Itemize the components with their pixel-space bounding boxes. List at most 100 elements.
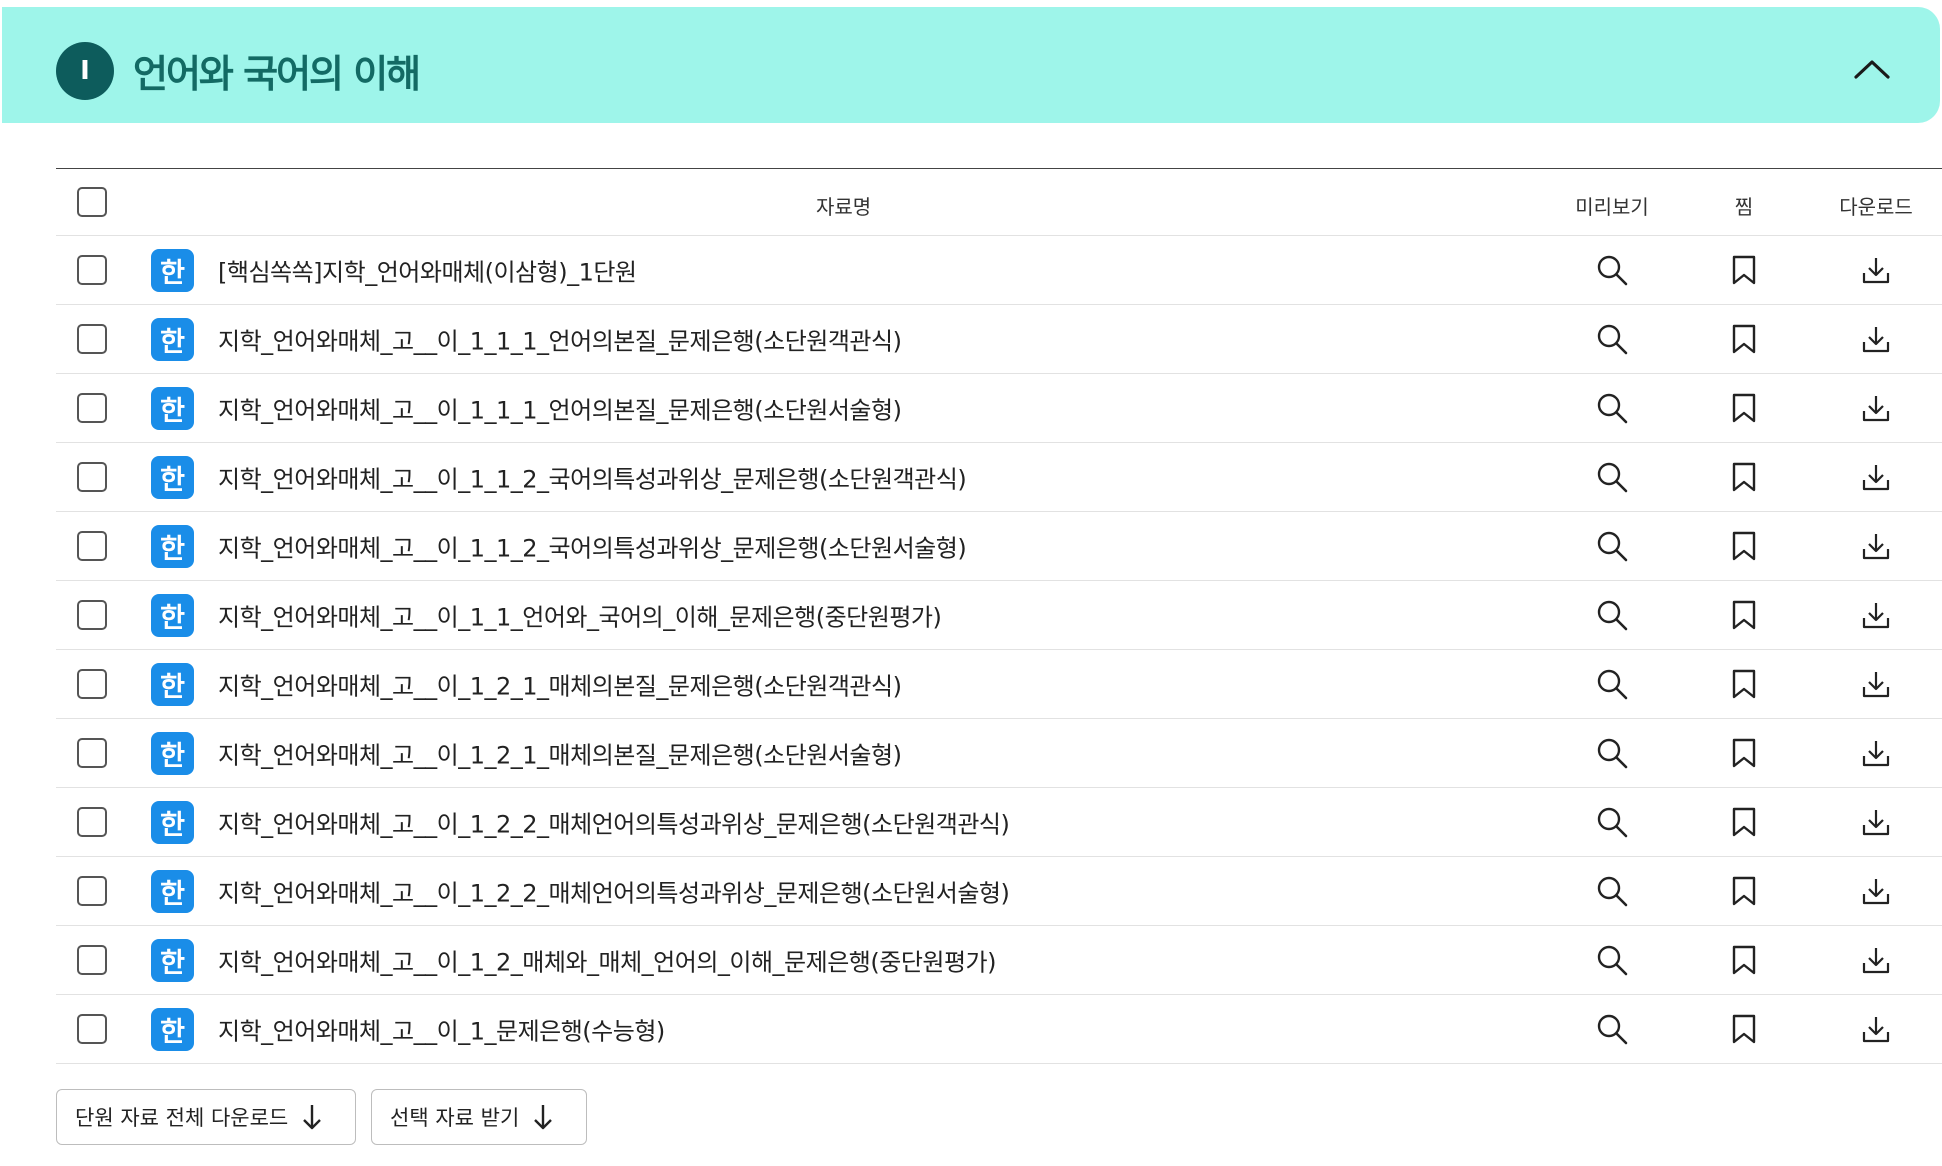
download-button[interactable] bbox=[1858, 666, 1894, 702]
download-button[interactable] bbox=[1858, 528, 1894, 564]
download-icon bbox=[1861, 807, 1891, 837]
bookmark-icon bbox=[1731, 393, 1757, 423]
preview-button[interactable] bbox=[1594, 942, 1630, 978]
preview-button[interactable] bbox=[1594, 735, 1630, 771]
bookmark-button[interactable] bbox=[1726, 1011, 1762, 1047]
row-checkbox[interactable] bbox=[77, 393, 107, 423]
file-name[interactable]: 지학_언어와매체_고__이_1_2_1_매체의본질_문제은행(소단원서술형) bbox=[218, 736, 902, 771]
hwp-file-icon: 한 bbox=[151, 732, 194, 775]
table-header: 자료명 미리보기 찜 다운로드 bbox=[56, 169, 1942, 236]
download-selected-button[interactable]: 선택 자료 받기 bbox=[371, 1089, 587, 1145]
bookmark-button[interactable] bbox=[1726, 321, 1762, 357]
download-button[interactable] bbox=[1858, 252, 1894, 288]
bookmark-button[interactable] bbox=[1726, 528, 1762, 564]
download-button[interactable] bbox=[1858, 459, 1894, 495]
hwp-file-icon: 한 bbox=[151, 387, 194, 430]
table-row: 한 지학_언어와매체_고__이_1_1_언어와_국어의_이해_문제은행(중단원평가… bbox=[56, 581, 1942, 650]
file-name[interactable]: 지학_언어와매체_고__이_1_1_1_언어의본질_문제은행(소단원객관식) bbox=[218, 322, 902, 357]
row-checkbox[interactable] bbox=[77, 600, 107, 630]
hwp-file-icon: 한 bbox=[151, 663, 194, 706]
bookmark-button[interactable] bbox=[1726, 252, 1762, 288]
row-checkbox[interactable] bbox=[77, 324, 107, 354]
hwp-file-icon: 한 bbox=[151, 525, 194, 568]
download-all-label: 단원 자료 전체 다운로드 bbox=[75, 1106, 289, 1130]
bookmark-icon bbox=[1731, 600, 1757, 630]
bookmark-button[interactable] bbox=[1726, 390, 1762, 426]
search-icon bbox=[1595, 874, 1629, 908]
file-name[interactable]: 지학_언어와매체_고__이_1_1_2_국어의특성과위상_문제은행(소단원서술형… bbox=[218, 529, 967, 564]
table-row: 한 지학_언어와매체_고__이_1_1_2_국어의특성과위상_문제은행(소단원서술… bbox=[56, 512, 1942, 581]
file-name[interactable]: 지학_언어와매체_고__이_1_1_언어와_국어의_이해_문제은행(중단원평가) bbox=[218, 598, 942, 633]
preview-button[interactable] bbox=[1594, 597, 1630, 633]
row-checkbox[interactable] bbox=[77, 1014, 107, 1044]
preview-button[interactable] bbox=[1594, 528, 1630, 564]
bookmark-icon bbox=[1731, 531, 1757, 561]
row-checkbox[interactable] bbox=[77, 669, 107, 699]
download-button[interactable] bbox=[1858, 804, 1894, 840]
preview-button[interactable] bbox=[1594, 390, 1630, 426]
file-name[interactable]: 지학_언어와매체_고__이_1_1_2_국어의특성과위상_문제은행(소단원객관식… bbox=[218, 460, 967, 495]
row-checkbox[interactable] bbox=[77, 255, 107, 285]
table-row: 한 지학_언어와매체_고__이_1_1_1_언어의본질_문제은행(소단원객관식) bbox=[56, 305, 1942, 374]
row-checkbox[interactable] bbox=[77, 807, 107, 837]
preview-button[interactable] bbox=[1594, 873, 1630, 909]
download-button[interactable] bbox=[1858, 390, 1894, 426]
file-name[interactable]: 지학_언어와매체_고__이_1_2_1_매체의본질_문제은행(소단원객관식) bbox=[218, 667, 902, 702]
row-checkbox[interactable] bbox=[77, 876, 107, 906]
download-button[interactable] bbox=[1858, 873, 1894, 909]
file-name[interactable]: 지학_언어와매체_고__이_1_문제은행(수능형) bbox=[218, 1012, 665, 1047]
bookmark-button[interactable] bbox=[1726, 942, 1762, 978]
bookmark-button[interactable] bbox=[1726, 459, 1762, 495]
table-row: 한 지학_언어와매체_고__이_1_문제은행(수능형) bbox=[56, 995, 1942, 1064]
hwp-file-icon: 한 bbox=[151, 318, 194, 361]
download-icon bbox=[1861, 531, 1891, 561]
hwp-file-icon: 한 bbox=[151, 939, 194, 982]
preview-button[interactable] bbox=[1594, 804, 1630, 840]
preview-button[interactable] bbox=[1594, 666, 1630, 702]
bookmark-button[interactable] bbox=[1726, 804, 1762, 840]
row-checkbox[interactable] bbox=[77, 531, 107, 561]
search-icon bbox=[1595, 391, 1629, 425]
select-all-checkbox[interactable] bbox=[77, 187, 107, 217]
table-row: 한 지학_언어와매체_고__이_1_2_매체와_매체_언어의_이해_문제은행(중단… bbox=[56, 926, 1942, 995]
download-icon bbox=[1861, 876, 1891, 906]
bookmark-icon bbox=[1731, 945, 1757, 975]
bookmark-button[interactable] bbox=[1726, 666, 1762, 702]
bookmark-button[interactable] bbox=[1726, 597, 1762, 633]
file-name[interactable]: 지학_언어와매체_고__이_1_2_매체와_매체_언어의_이해_문제은행(중단원… bbox=[218, 943, 997, 978]
download-button[interactable] bbox=[1858, 1011, 1894, 1047]
arrow-down-icon bbox=[303, 1105, 322, 1130]
row-checkbox[interactable] bbox=[77, 945, 107, 975]
row-checkbox[interactable] bbox=[77, 738, 107, 768]
preview-button[interactable] bbox=[1594, 1011, 1630, 1047]
bookmark-button[interactable] bbox=[1726, 873, 1762, 909]
preview-button[interactable] bbox=[1594, 321, 1630, 357]
download-button[interactable] bbox=[1858, 597, 1894, 633]
column-header-bookmark: 찜 bbox=[1734, 195, 1754, 219]
download-all-button[interactable]: 단원 자료 전체 다운로드 bbox=[56, 1089, 356, 1145]
download-button[interactable] bbox=[1858, 321, 1894, 357]
download-button[interactable] bbox=[1858, 735, 1894, 771]
download-icon bbox=[1861, 600, 1891, 630]
file-name[interactable]: 지학_언어와매체_고__이_1_2_2_매체언어의특성과위상_문제은행(소단원객… bbox=[218, 805, 1010, 840]
file-name[interactable]: 지학_언어와매체_고__이_1_1_1_언어의본질_문제은행(소단원서술형) bbox=[218, 391, 902, 426]
column-header-preview: 미리보기 bbox=[1575, 195, 1649, 219]
download-icon bbox=[1861, 945, 1891, 975]
file-name[interactable]: [핵심쏙쏙]지학_언어와매체(이삼형)_1단원 bbox=[218, 253, 637, 288]
bookmark-icon bbox=[1731, 807, 1757, 837]
preview-button[interactable] bbox=[1594, 459, 1630, 495]
table-row: 한 지학_언어와매체_고__이_1_1_2_국어의특성과위상_문제은행(소단원객관… bbox=[56, 443, 1942, 512]
file-table: 자료명 미리보기 찜 다운로드 한 [핵심쏙쏙]지학_언어와매체(이삼형)_1단원… bbox=[56, 168, 1942, 1064]
bookmark-button[interactable] bbox=[1726, 735, 1762, 771]
collapse-button[interactable] bbox=[1848, 53, 1896, 85]
hwp-file-icon: 한 bbox=[151, 870, 194, 913]
arrow-down-icon bbox=[534, 1105, 553, 1130]
row-checkbox[interactable] bbox=[77, 462, 107, 492]
section-number-badge: I bbox=[56, 42, 114, 100]
bookmark-icon bbox=[1731, 324, 1757, 354]
file-name[interactable]: 지학_언어와매체_고__이_1_2_2_매체언어의특성과위상_문제은행(소단원서… bbox=[218, 874, 1010, 909]
search-icon bbox=[1595, 529, 1629, 563]
preview-button[interactable] bbox=[1594, 252, 1630, 288]
search-icon bbox=[1595, 667, 1629, 701]
download-button[interactable] bbox=[1858, 942, 1894, 978]
